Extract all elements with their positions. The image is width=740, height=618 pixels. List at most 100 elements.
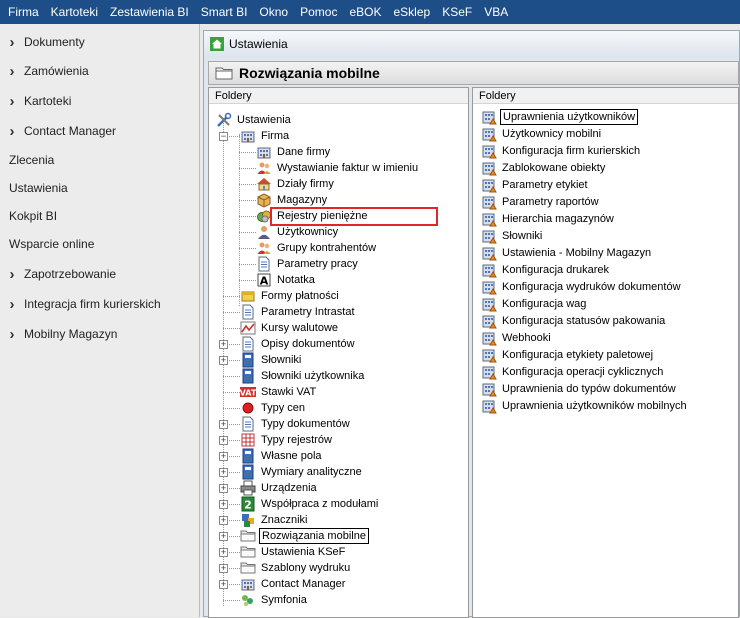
tree-node[interactable]: Własne pola bbox=[240, 448, 324, 464]
tree-node[interactable]: Szablony wydruku bbox=[240, 560, 352, 576]
tree-node[interactable]: Słowniki użytkownika bbox=[240, 368, 366, 384]
sidebar-item-11[interactable]: › Mobilny Magazyn bbox=[0, 320, 200, 348]
tree-node[interactable]: Ustawienia bbox=[216, 112, 293, 128]
expand-icon[interactable]: + bbox=[219, 340, 228, 349]
tree-node[interactable]: A Notatka bbox=[256, 272, 317, 288]
menu-kartoteki[interactable]: Kartoteki bbox=[45, 0, 104, 24]
folder-list-item[interactable]: Słowniki bbox=[481, 228, 544, 244]
expand-icon[interactable]: + bbox=[219, 500, 228, 509]
folder-list-item[interactable]: Uprawnienia użytkowników mobilnych bbox=[481, 398, 689, 414]
chevron-right-icon: › bbox=[9, 122, 15, 140]
expand-icon[interactable]: + bbox=[219, 516, 228, 525]
settings-item-icon bbox=[482, 145, 497, 159]
tree-node-label: Kursy walutowe bbox=[261, 322, 339, 334]
folder-list-item[interactable]: Konfiguracja wag bbox=[481, 296, 588, 312]
expand-icon[interactable]: + bbox=[219, 564, 228, 573]
sidebar-item-1[interactable]: › Dokumenty bbox=[0, 28, 200, 56]
tree-node-label: Parametry Intrastat bbox=[261, 306, 355, 318]
tree-node-label: Symfonia bbox=[261, 594, 307, 606]
tree-node[interactable]: Firma bbox=[240, 128, 291, 144]
tree-node[interactable]: Wymiary analityczne bbox=[240, 464, 364, 480]
folder-icon bbox=[240, 562, 256, 574]
folder-list-item[interactable]: Użytkownicy mobilni bbox=[481, 126, 603, 142]
folder-list-item-label: Konfiguracja statusów pakowania bbox=[502, 315, 666, 327]
tree-node[interactable]: Typy cen bbox=[240, 400, 307, 416]
tree-node[interactable]: Słowniki bbox=[240, 352, 303, 368]
folder-list-item[interactable]: Webhooki bbox=[481, 330, 553, 346]
expand-icon[interactable]: + bbox=[219, 420, 228, 429]
tree-node[interactable]: Contact Manager bbox=[240, 576, 347, 592]
sidebar-item-6[interactable]: Ustawienia bbox=[0, 174, 200, 202]
folder-list-item[interactable]: Konfiguracja etykiety paletowej bbox=[481, 347, 655, 363]
tree-node[interactable]: VAT Stawki VAT bbox=[240, 384, 318, 400]
tree-node[interactable]: Działy firmy bbox=[256, 176, 336, 192]
folder-list-item[interactable]: Uprawnienia do typów dokumentów bbox=[481, 381, 678, 397]
folder-list-item[interactable]: Hierarchia magazynów bbox=[481, 211, 616, 227]
tree-node[interactable]: Formy płatności bbox=[240, 288, 341, 304]
tree-node[interactable]: Grupy kontrahentów bbox=[256, 240, 378, 256]
tree-node[interactable]: Opisy dokumentów bbox=[240, 336, 357, 352]
menu-ebok[interactable]: eBOK bbox=[343, 0, 387, 24]
collapse-icon[interactable]: − bbox=[219, 132, 228, 141]
folder-list-item[interactable]: Konfiguracja operacji cyklicznych bbox=[481, 364, 665, 380]
tree-node[interactable]: Typy dokumentów bbox=[240, 416, 352, 432]
folder-list-item[interactable]: Parametry etykiet bbox=[481, 177, 590, 193]
tree-node[interactable]: Urządzenia bbox=[240, 480, 319, 496]
chevron-right-icon: › bbox=[9, 295, 15, 313]
folder-list-item[interactable]: Konfiguracja firm kurierskich bbox=[481, 143, 642, 159]
expand-icon[interactable]: + bbox=[219, 468, 228, 477]
chevron-right-icon: › bbox=[9, 33, 15, 51]
tree-node[interactable]: Parametry pracy bbox=[256, 256, 360, 272]
sidebar-item-5[interactable]: Zlecenia bbox=[0, 146, 200, 174]
tree-node[interactable]: Znaczniki bbox=[240, 512, 309, 528]
menu-vba[interactable]: VBA bbox=[478, 0, 514, 24]
folder-list-item[interactable]: Zablokowane obiekty bbox=[481, 160, 607, 176]
tree-node[interactable]: Ustawienia KSeF bbox=[240, 544, 347, 560]
menu-firma[interactable]: Firma bbox=[2, 0, 45, 24]
folder-list-item[interactable]: Uprawnienia użytkowników bbox=[481, 109, 639, 125]
book-icon bbox=[242, 464, 254, 480]
expand-icon[interactable]: + bbox=[219, 532, 228, 541]
menu-ksef[interactable]: KSeF bbox=[436, 0, 478, 24]
tree-node[interactable]: 2 Współpraca z modułami bbox=[240, 496, 380, 512]
sidebar-item-8[interactable]: Wsparcie online bbox=[0, 230, 200, 258]
folder-list-item[interactable]: Konfiguracja drukarek bbox=[481, 262, 611, 278]
tree-node[interactable]: Magazyny bbox=[256, 192, 329, 208]
building-icon bbox=[241, 131, 255, 143]
tree-node[interactable]: Rozwiązania mobilne bbox=[240, 528, 369, 544]
book-icon bbox=[242, 368, 254, 384]
tree-node[interactable]: Parametry Intrastat bbox=[240, 304, 357, 320]
expand-icon[interactable]: + bbox=[219, 484, 228, 493]
sidebar-item-9[interactable]: › Zapotrzebowanie bbox=[0, 260, 200, 288]
folder-list-item[interactable]: Ustawienia - Mobilny Magazyn bbox=[481, 245, 653, 261]
menu-esklep[interactable]: eSklep bbox=[387, 0, 436, 24]
folder-list-item[interactable]: Konfiguracja wydruków dokumentów bbox=[481, 279, 683, 295]
folder-list-item[interactable]: Parametry raportów bbox=[481, 194, 601, 210]
expand-icon[interactable]: + bbox=[219, 548, 228, 557]
tree-node[interactable]: Typy rejestrów bbox=[240, 432, 334, 448]
menu-zestawienia-bi[interactable]: Zestawienia BI bbox=[104, 0, 195, 24]
sidebar-item-4[interactable]: › Contact Manager bbox=[0, 117, 200, 145]
settings-window: Ustawienia Rozwiązania mobilne Foldery U… bbox=[203, 30, 740, 618]
menu-pomoc[interactable]: Pomoc bbox=[294, 0, 343, 24]
sidebar-item-10[interactable]: › Integracja firm kurierskich bbox=[0, 290, 200, 318]
settings-item-icon bbox=[482, 162, 497, 176]
folder-list-item[interactable]: Konfiguracja statusów pakowania bbox=[481, 313, 667, 329]
menu-okno[interactable]: Okno bbox=[253, 0, 294, 24]
tree-node[interactable]: Kursy walutowe bbox=[240, 320, 340, 336]
tree-node[interactable]: Wystawianie faktur w imieniu bbox=[256, 160, 420, 176]
tree-node[interactable]: Dane firmy bbox=[256, 144, 332, 160]
expand-icon[interactable]: + bbox=[219, 580, 228, 589]
tree-node[interactable]: Symfonia bbox=[240, 592, 309, 608]
chevron-right-icon: › bbox=[9, 62, 15, 80]
expand-icon[interactable]: + bbox=[219, 356, 228, 365]
menu-smart-bi[interactable]: Smart BI bbox=[195, 0, 254, 24]
expand-icon[interactable]: + bbox=[219, 452, 228, 461]
vat-icon: VAT bbox=[240, 387, 256, 398]
chevron-right-icon: › bbox=[9, 325, 15, 343]
expand-icon[interactable]: + bbox=[219, 436, 228, 445]
sidebar-item-2[interactable]: › Zamówienia bbox=[0, 57, 200, 85]
sidebar-item-7[interactable]: Kokpit BI bbox=[0, 202, 200, 230]
sidebar-item-3[interactable]: › Kartoteki bbox=[0, 87, 200, 115]
tree-node[interactable]: Użytkownicy bbox=[256, 224, 340, 240]
